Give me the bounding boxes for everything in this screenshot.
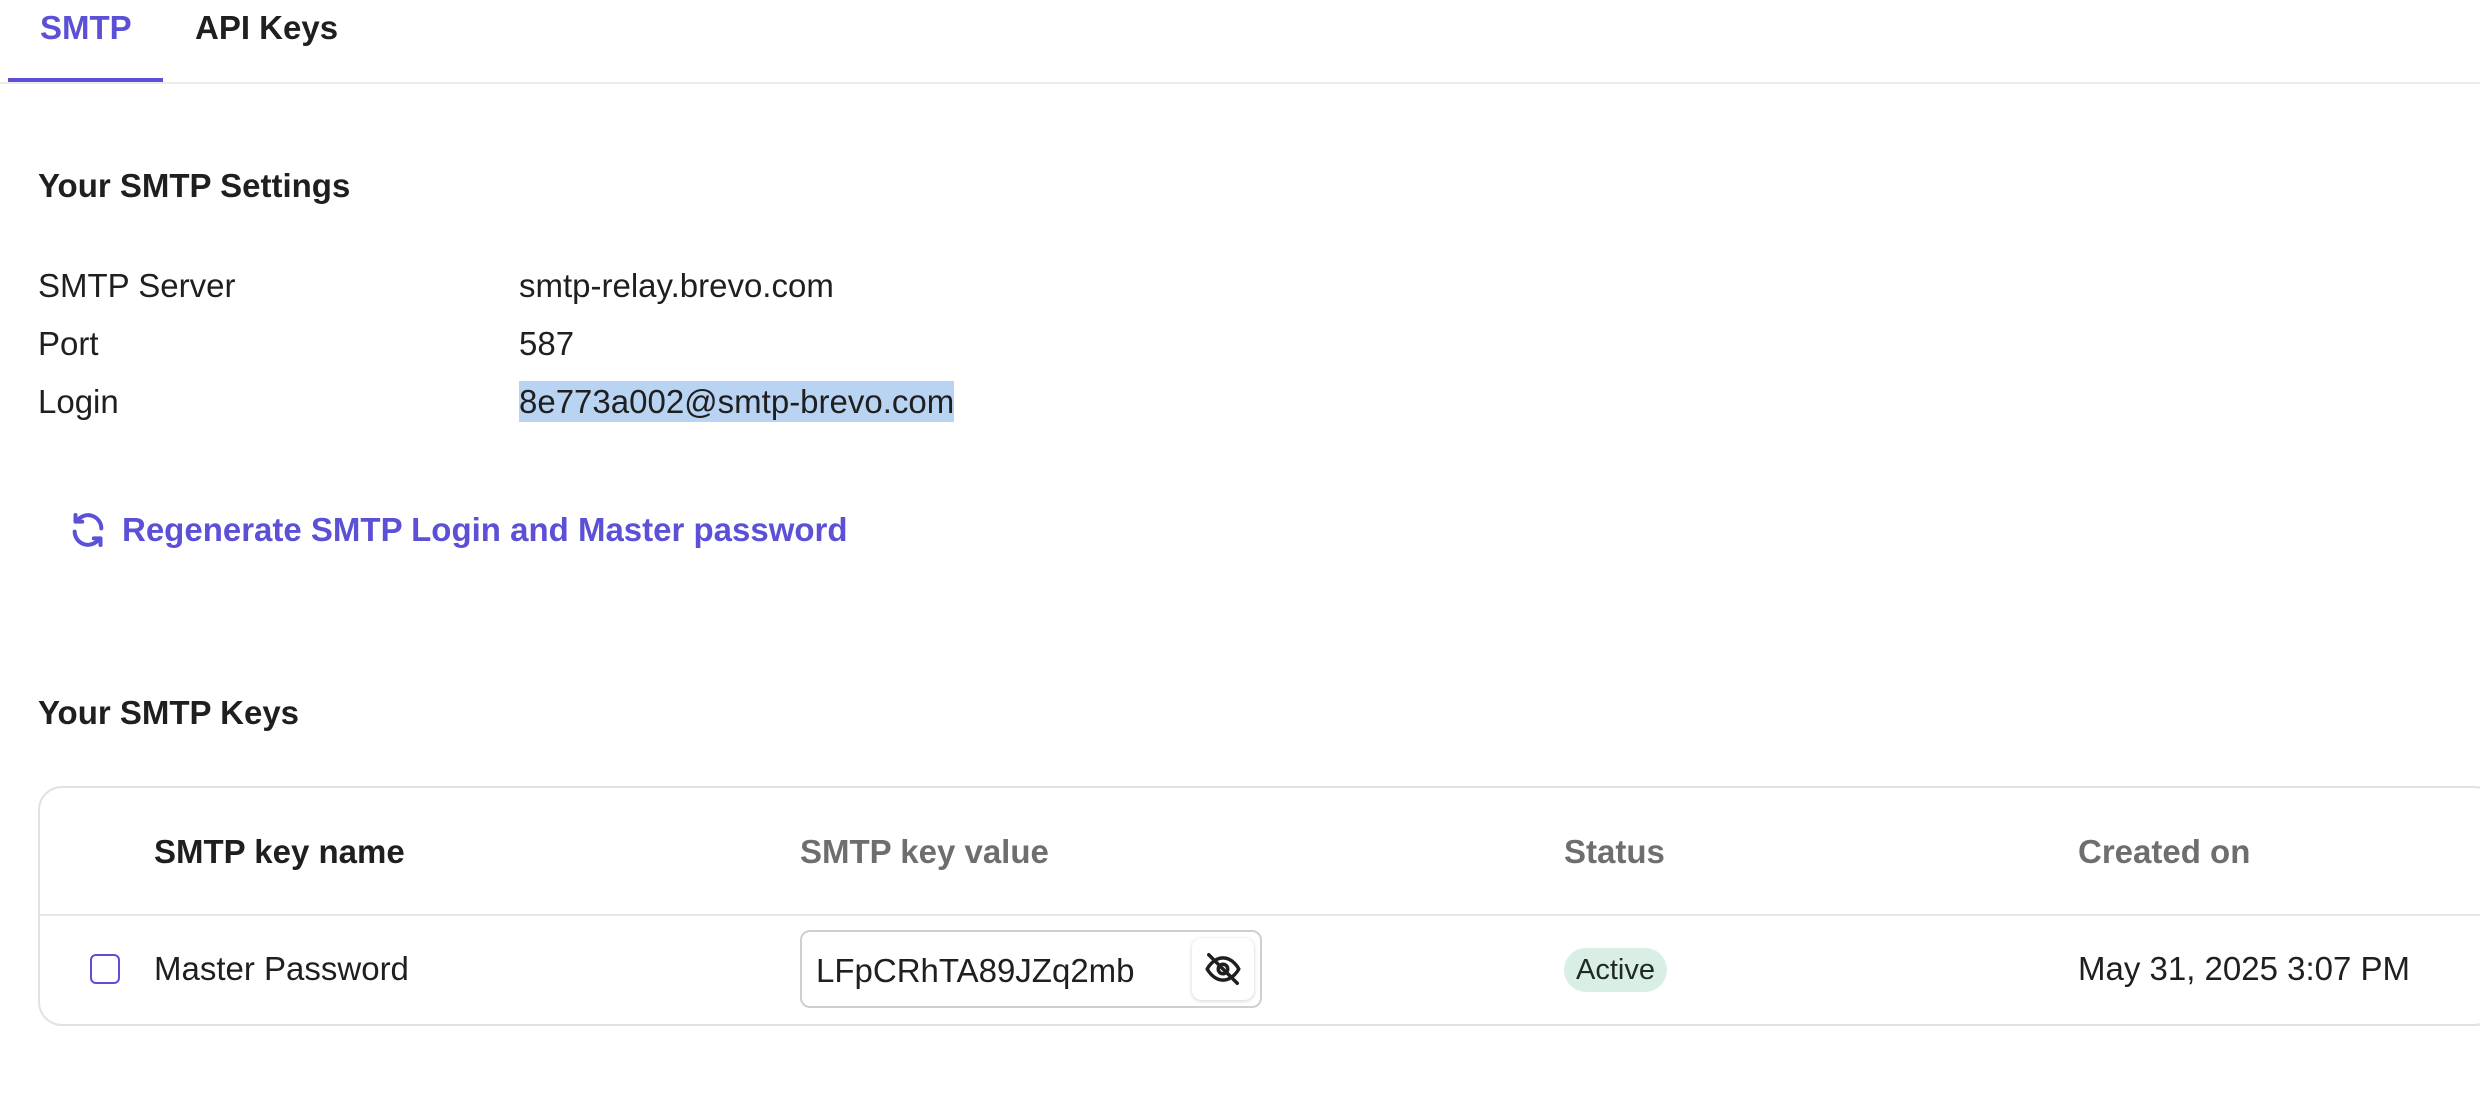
column-header-created-on: Created on — [2078, 833, 2251, 870]
port-label: Port — [38, 325, 99, 362]
refresh-icon — [72, 513, 104, 547]
tab-bar: SMTP API Keys — [0, 0, 2480, 84]
column-header-status: Status — [1564, 833, 1665, 870]
key-name: Master Password — [154, 950, 409, 987]
row-checkbox[interactable] — [90, 954, 120, 984]
column-header-key-name[interactable]: SMTP key name — [154, 833, 405, 871]
regenerate-label: Regenerate SMTP Login and Master passwor… — [122, 511, 848, 548]
status-badge: Active — [1564, 948, 1667, 992]
key-value-field[interactable]: LFpCRhTA89JZq2mb — [800, 930, 1262, 1008]
login-label: Login — [38, 383, 119, 420]
port-value: 587 — [519, 325, 575, 362]
login-value: 8e773a002@smtp-brevo.com — [519, 381, 955, 422]
login-value-container: 8e773a002@smtp-brevo.com — [519, 381, 955, 422]
toggle-visibility-button[interactable] — [1192, 938, 1254, 1000]
column-header-key-value: SMTP key value — [800, 833, 1049, 870]
key-value: LFpCRhTA89JZq2mb — [816, 952, 1135, 989]
tab-api-keys[interactable]: API Keys — [195, 0, 338, 82]
regenerate-button[interactable]: Regenerate SMTP Login and Master passwor… — [68, 508, 848, 552]
tab-smtp[interactable]: SMTP — [8, 0, 163, 82]
created-on: May 31, 2025 3:07 PM — [2078, 950, 2411, 987]
table-header: SMTP key name SMTP key value Status Crea… — [40, 788, 2480, 916]
table-row: Master Password LFpCRhTA89JZq2mb Active … — [40, 914, 2480, 1026]
smtp-keys-table: SMTP key name SMTP key value Status Crea… — [38, 786, 2480, 1026]
eye-off-icon — [1205, 953, 1241, 985]
smtp-server-value: smtp-relay.brevo.com — [519, 267, 834, 304]
smtp-keys-title: Your SMTP Keys — [38, 694, 300, 731]
smtp-settings-title: Your SMTP Settings — [38, 167, 351, 204]
smtp-server-label: SMTP Server — [38, 267, 236, 304]
